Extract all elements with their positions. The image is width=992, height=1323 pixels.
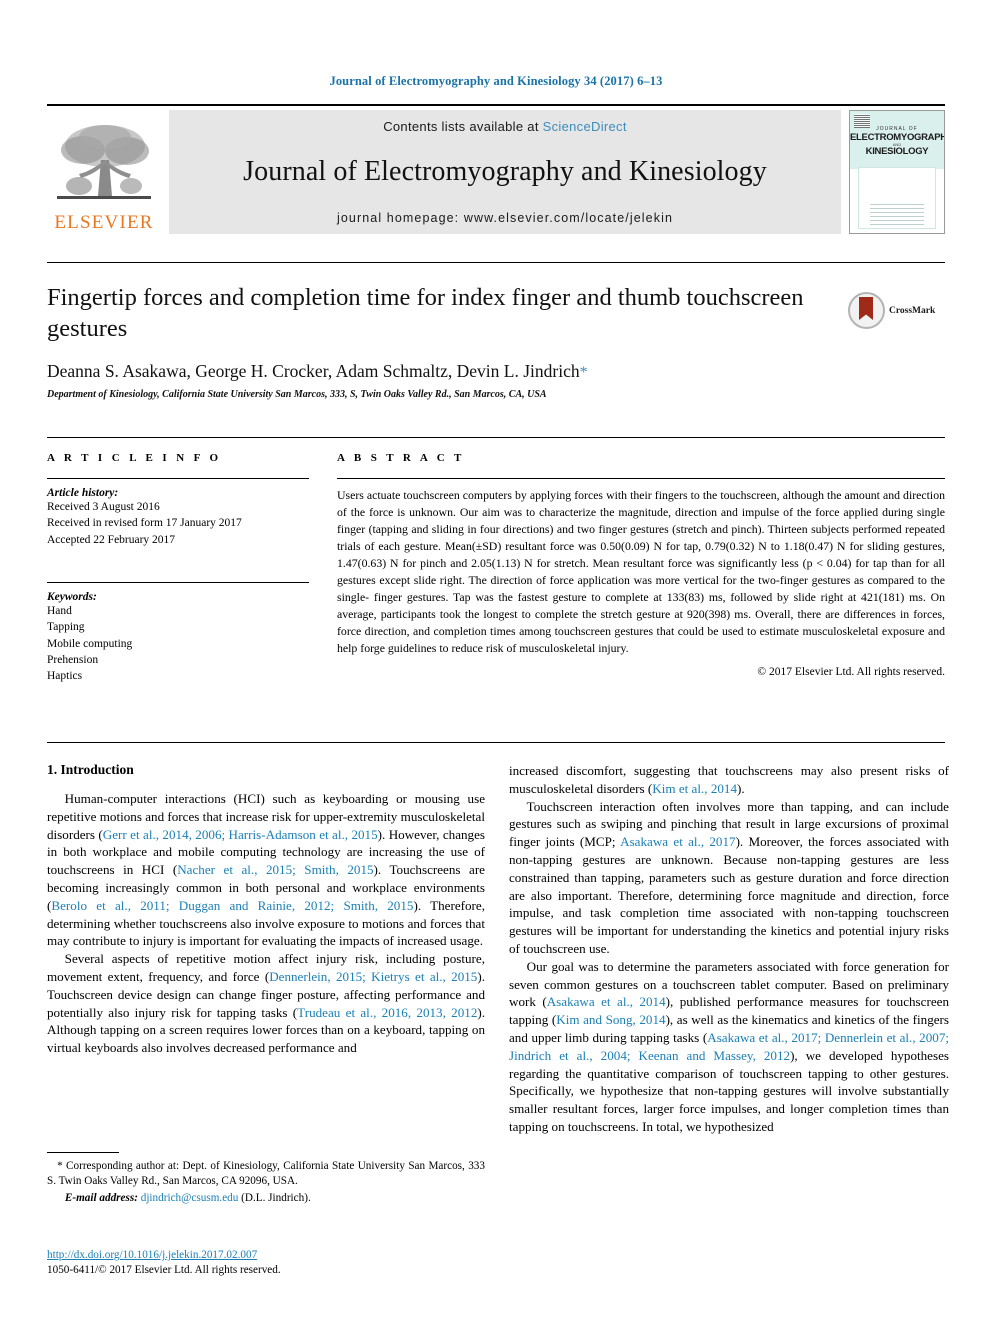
article-first-page: Journal of Electromyography and Kinesiol… <box>0 0 992 1323</box>
abstract-column: A B S T R A C T Users actuate touchscree… <box>337 452 945 685</box>
sciencedirect-link[interactable]: ScienceDirect <box>543 119 627 134</box>
article-history-label: Article history: <box>47 487 119 499</box>
body-column-right: increased discomfort, suggesting that to… <box>509 762 949 1136</box>
keyword-item: Hand <box>47 604 72 617</box>
email-suffix: (D.L. Jindrich). <box>241 1192 311 1204</box>
paragraph: Several aspects of repetitive motion aff… <box>47 950 485 1057</box>
paragraph-text: ). <box>737 780 745 796</box>
article-history-item: Received in revised form 17 January 2017 <box>47 517 242 530</box>
crossmark-icon <box>848 292 885 329</box>
keyword-item: Prehension <box>47 653 99 666</box>
affiliation: Department of Kinesiology, California St… <box>47 388 547 400</box>
footnote-block: * Corresponding author at: Dept. of Kine… <box>47 1159 485 1206</box>
title-divider <box>47 262 945 263</box>
author-list: Deanna S. Asakawa, George H. Crocker, Ad… <box>47 361 817 382</box>
abstract-text: Users actuate touchscreen computers by a… <box>337 488 945 655</box>
contents-lists-line: Contents lists available at ScienceDirec… <box>383 119 627 134</box>
keyword-item: Tapping <box>47 621 85 634</box>
corresponding-author-note: * Corresponding author at: Dept. of Kine… <box>47 1160 485 1187</box>
intro-right-paragraphs: increased discomfort, suggesting that to… <box>509 762 949 1136</box>
title-block: Fingertip forces and completion time for… <box>47 283 817 400</box>
elsevier-tree-icon <box>53 120 155 212</box>
issn-copyright-line: 1050-6411/© 2017 Elsevier Ltd. All right… <box>47 1264 281 1277</box>
metadata-divider <box>47 437 945 438</box>
author-names: Deanna S. Asakawa, George H. Crocker, Ad… <box>47 360 580 381</box>
corresponding-author-marker: * <box>579 363 588 381</box>
body-divider <box>47 742 945 743</box>
elsevier-wordmark: ELSEVIER <box>54 212 154 233</box>
paragraph: increased discomfort, suggesting that to… <box>509 762 949 798</box>
citation-link[interactable]: Asakawa et al., 2017 <box>620 834 735 849</box>
keywords-label: Keywords: <box>47 590 97 603</box>
email-label: E-mail address: <box>64 1192 138 1204</box>
keyword-item: Mobile computing <box>47 637 133 650</box>
crossmark-badge[interactable]: CrossMark <box>848 292 935 329</box>
paragraph: Human-computer interactions (HCI) such a… <box>47 790 485 950</box>
citation-link[interactable]: Asakawa et al., 2014 <box>547 994 666 1009</box>
journal-homepage-line[interactable]: journal homepage: www.elsevier.com/locat… <box>337 211 673 225</box>
imprint-block: http://dx.doi.org/10.1016/j.jelekin.2017… <box>47 1248 485 1279</box>
article-history-item: Received 3 August 2016 <box>47 501 160 513</box>
footnote-divider <box>47 1152 119 1153</box>
citation-link[interactable]: Berolo et al., 2011; Duggan and Rainie, … <box>51 898 413 913</box>
body-column-left: 1. Introduction Human-computer interacti… <box>47 762 485 1136</box>
keyword-item: Haptics <box>47 670 83 683</box>
article-history-item: Accepted 22 February 2017 <box>47 533 176 546</box>
crossmark-label: CrossMark <box>889 305 936 316</box>
cover-abstract-lines <box>870 203 924 225</box>
email-note: E-mail address: djindrich@csusm.edu (D.L… <box>47 1191 485 1206</box>
citation-link[interactable]: Nacher et al., 2015; Smith, 2015 <box>177 862 373 877</box>
page-title: Fingertip forces and completion time for… <box>47 284 804 342</box>
body-columns: 1. Introduction Human-computer interacti… <box>47 762 949 1136</box>
paragraph-text: ). Moreover, the forces associated with … <box>509 834 949 956</box>
journal-cover-thumbnail: JOURNAL OF ELECTROMYOGRAPHY AND KINESIOL… <box>849 110 945 234</box>
doi-link[interactable]: http://dx.doi.org/10.1016/j.jelekin.2017… <box>47 1249 257 1261</box>
intro-left-paragraphs: Human-computer interactions (HCI) such a… <box>47 790 485 1057</box>
email-link[interactable]: djindrich@csusm.edu <box>141 1192 239 1204</box>
info-abstract-row: A R T I C L E I N F O Article history: R… <box>47 452 945 685</box>
masthead-center-band: Contents lists available at ScienceDirec… <box>169 110 841 234</box>
paragraph: Our goal was to determine the parameters… <box>509 958 949 1136</box>
citation-link[interactable]: Gerr et al., 2014, 2006; Harris-Adamson … <box>103 827 378 842</box>
citation-link[interactable]: Kim et al., 2014 <box>652 781 737 796</box>
citation-link[interactable]: Kim and Song, 2014 <box>556 1012 665 1027</box>
citation-link[interactable]: Dennerlein, 2015; Kietrys et al., 2015 <box>269 969 477 984</box>
paragraph: Touchscreen interaction often involves m… <box>509 798 949 958</box>
running-head: Journal of Electromyography and Kinesiol… <box>329 74 663 88</box>
section-heading-introduction: 1. Introduction <box>47 762 134 777</box>
elsevier-logo: ELSEVIER <box>47 110 161 234</box>
article-info-heading: A R T I C L E I N F O <box>47 452 222 464</box>
cover-line-4: KINESIOLOGY <box>865 146 929 157</box>
abstract-copyright: © 2017 Elsevier Ltd. All rights reserved… <box>757 665 945 678</box>
journal-title: Journal of Electromyography and Kinesiol… <box>243 156 767 188</box>
article-info-column: A R T I C L E I N F O Article history: R… <box>47 452 309 685</box>
abstract-heading: A B S T R A C T <box>337 452 465 464</box>
contents-lists-prefix: Contents lists available at <box>383 119 543 134</box>
journal-masthead: ELSEVIER Contents lists available at Sci… <box>47 104 945 234</box>
citation-link[interactable]: Trudeau et al., 2016, 2013, 2012 <box>297 1005 477 1020</box>
